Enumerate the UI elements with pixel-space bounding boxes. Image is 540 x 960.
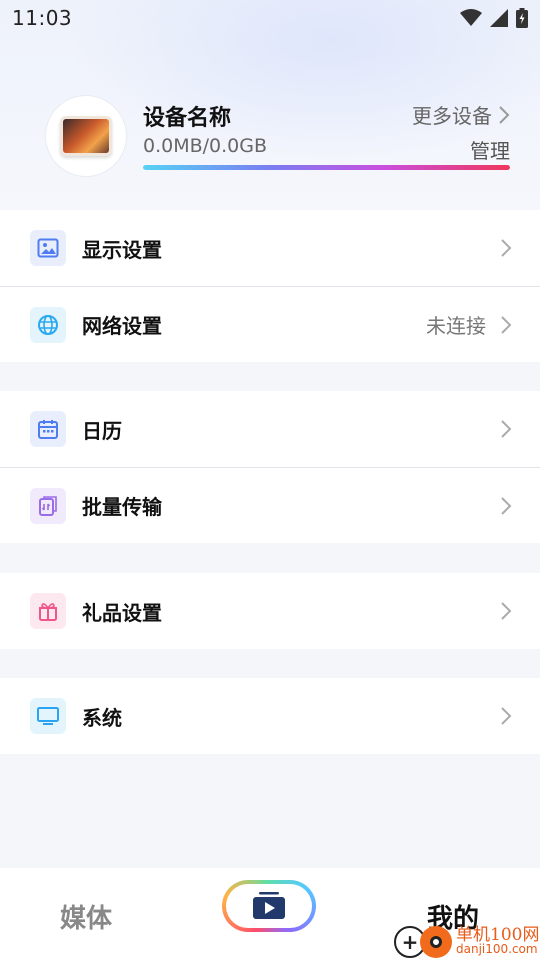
- status-bar: 11:03: [0, 0, 540, 36]
- storage-progress-fill: [143, 165, 510, 170]
- watermark: + 单机100网 danji100.com: [392, 918, 540, 960]
- settings-group-4: 系统: [0, 678, 540, 754]
- chevron-right-icon: [501, 420, 512, 438]
- watermark-url: danji100.com: [456, 942, 538, 956]
- network-status-value: 未连接: [426, 314, 486, 338]
- row-label: 显示设置: [82, 237, 162, 262]
- status-icons: [460, 8, 528, 28]
- status-time: 11:03: [12, 6, 73, 30]
- manage-button[interactable]: 管理: [470, 135, 510, 164]
- chevron-right-icon: [501, 496, 512, 515]
- gift-icon: [30, 593, 66, 629]
- nav-play-button[interactable]: [222, 880, 316, 932]
- row-calendar[interactable]: 日历: [0, 391, 540, 467]
- globe-icon: [30, 306, 66, 343]
- row-label: 礼品设置: [82, 600, 162, 625]
- row-label: 日历: [82, 418, 122, 443]
- settings-group-1: 显示设置 网络设置 未连接: [0, 210, 540, 362]
- monitor-icon: [30, 698, 66, 734]
- more-devices-label: 更多设备: [412, 104, 492, 128]
- nav-tab-media[interactable]: 媒体: [60, 898, 112, 935]
- chevron-right-icon: [501, 602, 512, 620]
- row-label: 系统: [82, 705, 122, 730]
- chevron-right-icon: [501, 707, 512, 725]
- calendar-icon: [30, 411, 66, 447]
- video-play-icon: [253, 892, 285, 919]
- storage-usage: 0.0MB/0.0GB: [143, 135, 268, 157]
- device-card: 设备名称 0.0MB/0.0GB 更多设备 管理: [0, 90, 540, 190]
- chevron-right-icon: [501, 239, 512, 257]
- row-network-settings[interactable]: 网络设置 未连接: [0, 286, 540, 362]
- record-circle-icon: [420, 926, 452, 958]
- row-label: 批量传输: [82, 495, 162, 519]
- battery-icon: [516, 8, 528, 28]
- transfer-icon: [30, 487, 66, 524]
- settings-group-3: 礼品设置: [0, 573, 540, 649]
- row-display-settings[interactable]: 显示设置: [0, 210, 540, 286]
- cell-signal-icon: [490, 9, 508, 27]
- chevron-right-icon: [499, 105, 510, 124]
- chevron-right-icon: [501, 315, 512, 334]
- row-system[interactable]: 系统: [0, 678, 540, 754]
- more-devices-link[interactable]: 更多设备: [412, 100, 510, 129]
- row-label: 网络设置: [82, 314, 162, 338]
- row-batch-transfer[interactable]: 批量传输: [0, 467, 540, 543]
- wifi-icon: [460, 9, 482, 26]
- storage-progress-bar: [143, 165, 510, 170]
- device-name: 设备名称: [143, 106, 232, 131]
- device-avatar[interactable]: [46, 96, 126, 176]
- device-thumbnail: [63, 119, 109, 153]
- nav-play-button-inner: [226, 884, 312, 928]
- settings-group-2: 日历 批量传输: [0, 391, 540, 543]
- row-gift-settings[interactable]: 礼品设置: [0, 573, 540, 649]
- image-icon: [30, 230, 66, 266]
